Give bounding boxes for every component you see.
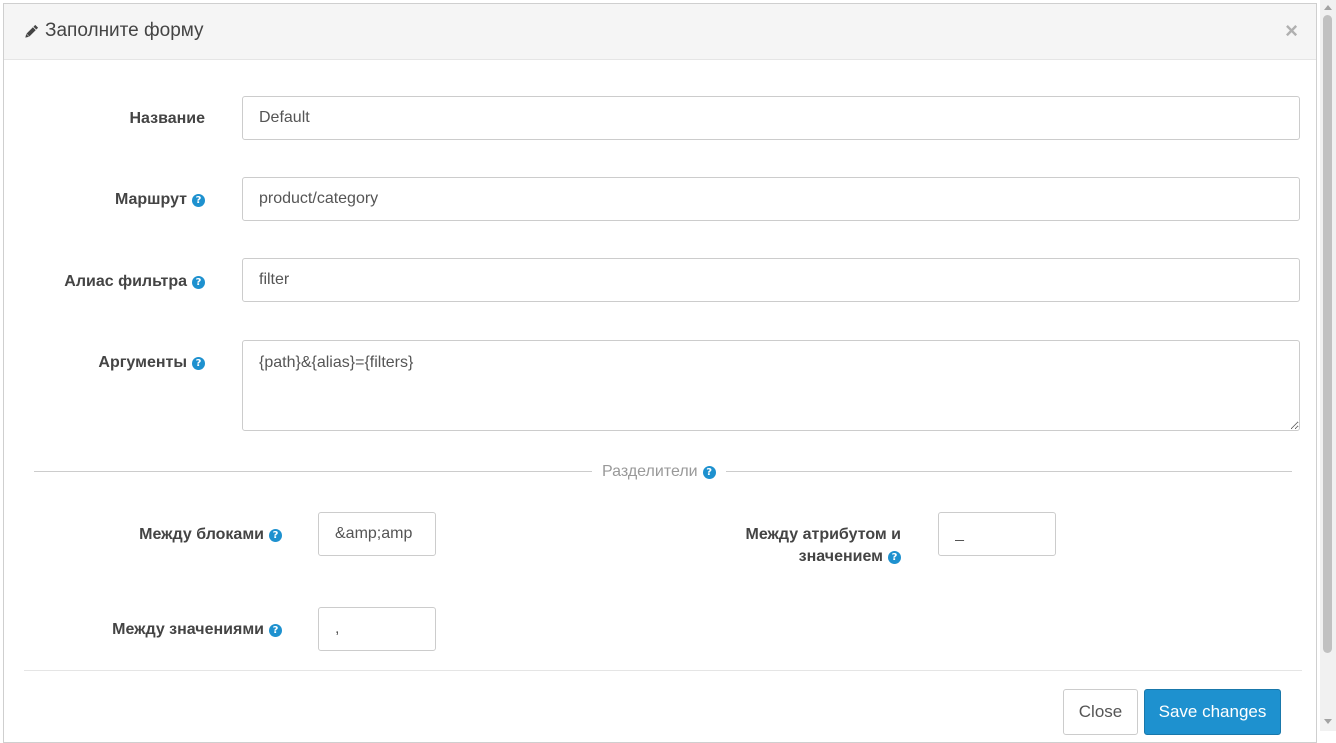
filter-alias-label: Алиас фильтра? (24, 271, 205, 293)
between-attr-value-label-line2: значением (798, 548, 883, 565)
between-blocks-label: Между блоками? (64, 524, 282, 546)
filter-alias-label-text: Алиас фильтра (64, 273, 187, 290)
separators-heading-text: Разделители (602, 463, 698, 480)
between-blocks-input[interactable] (318, 512, 436, 556)
between-attr-value-input[interactable] (938, 512, 1056, 556)
scrollbar-thumb[interactable] (1323, 15, 1332, 653)
separators-help-icon[interactable]: ? (702, 466, 716, 479)
arguments-textarea[interactable]: {path}&{alias}={filters} (242, 340, 1300, 431)
between-attr-value-help-icon[interactable]: ? (888, 551, 901, 564)
pencil-icon (25, 24, 39, 38)
arguments-label: Аргументы? (44, 352, 205, 374)
arguments-label-text: Аргументы (98, 354, 187, 371)
between-values-input[interactable] (318, 607, 436, 651)
modal-title: Заполните форму (45, 20, 204, 41)
route-label: Маршрут? (44, 189, 205, 211)
name-label: Название (44, 108, 205, 130)
modal-dialog: Заполните форму × Название Маршрут? Алиа… (3, 3, 1317, 743)
filter-alias-input[interactable] (242, 258, 1300, 302)
route-help-icon[interactable]: ? (192, 194, 205, 207)
modal-header: Заполните форму × (4, 4, 1316, 60)
close-button[interactable]: Close (1063, 689, 1138, 735)
between-values-help-icon[interactable]: ? (269, 624, 282, 637)
between-blocks-label-text: Между блоками (139, 526, 264, 543)
route-input[interactable] (242, 177, 1300, 221)
save-changes-button[interactable]: Save changes (1144, 689, 1281, 735)
between-attr-value-label-line1: Между атрибутом и (745, 526, 901, 543)
name-input[interactable] (242, 96, 1300, 140)
scroll-down-arrow-icon[interactable] (1324, 719, 1332, 724)
between-attr-value-label: Между атрибутом и значением? (684, 524, 901, 568)
route-label-text: Маршрут (114, 191, 187, 208)
between-values-label: Между значениями? (44, 619, 282, 641)
between-values-label-text: Между значениями (112, 621, 264, 638)
separators-heading: Разделители? (592, 462, 726, 482)
arguments-help-icon[interactable]: ? (192, 357, 205, 370)
scrollbar[interactable] (1320, 0, 1336, 731)
filter-alias-help-icon[interactable]: ? (192, 276, 205, 289)
modal-footer-divider (24, 670, 1302, 671)
close-icon[interactable]: × (1285, 18, 1298, 44)
between-blocks-help-icon[interactable]: ? (269, 529, 282, 542)
scroll-up-arrow-icon[interactable] (1324, 5, 1332, 10)
name-label-text: Название (129, 110, 205, 127)
